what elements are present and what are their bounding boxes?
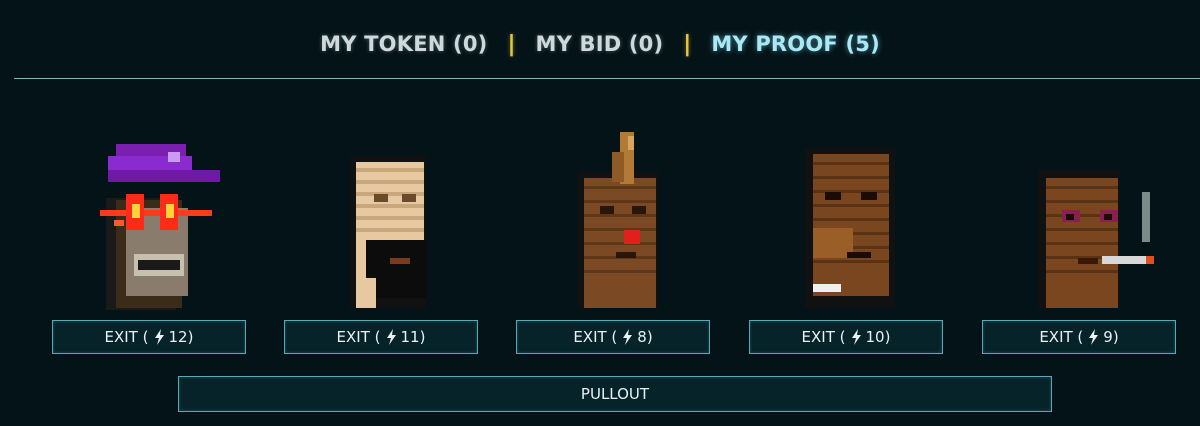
exit-value: 9) — [1103, 328, 1119, 346]
exit-label: EXIT ( — [1039, 328, 1084, 346]
pixel-punk-image — [805, 148, 895, 308]
exit-label: EXIT ( — [573, 328, 618, 346]
tab-separator: | — [507, 31, 516, 57]
exit-value: 11) — [400, 328, 426, 346]
pixel-punk-image — [578, 132, 658, 308]
tab-my-proof[interactable]: MY PROOF (5) — [711, 32, 880, 56]
exit-button[interactable]: EXIT ( 10) — [749, 320, 943, 354]
pullout-button[interactable]: PULLOUT — [178, 376, 1052, 412]
exit-label: EXIT ( — [336, 328, 381, 346]
exit-button[interactable]: EXIT ( 11) — [284, 320, 478, 354]
tab-my-bid[interactable]: MY BID (0) — [535, 32, 663, 56]
header-divider — [14, 78, 1200, 79]
exit-label: EXIT ( — [801, 328, 846, 346]
exit-button[interactable]: EXIT ( 12) — [52, 320, 246, 354]
nft-avatar[interactable] — [757, 128, 937, 314]
bolt-icon — [851, 329, 861, 345]
pixel-punk-image — [350, 156, 426, 308]
exit-label: EXIT ( — [104, 328, 149, 346]
pixel-punk-image — [1038, 170, 1154, 308]
pixel-ape-image — [100, 144, 220, 310]
nft-avatar[interactable] — [990, 128, 1170, 314]
bolt-icon — [623, 329, 633, 345]
nft-avatar[interactable] — [60, 128, 240, 314]
exit-value: 12) — [168, 328, 194, 346]
bolt-icon — [386, 329, 396, 345]
bolt-icon — [1089, 329, 1099, 345]
exit-value: 10) — [865, 328, 891, 346]
tab-separator: | — [683, 31, 692, 57]
nft-avatar[interactable] — [292, 128, 472, 314]
tab-my-token[interactable]: MY TOKEN (0) — [320, 32, 487, 56]
exit-button[interactable]: EXIT ( 9) — [982, 320, 1176, 354]
tab-bar: MY TOKEN (0) | MY BID (0) | MY PROOF (5) — [0, 28, 1200, 60]
bolt-icon — [154, 329, 164, 345]
nft-avatar[interactable] — [524, 128, 704, 314]
exit-value: 8) — [637, 328, 653, 346]
exit-button[interactable]: EXIT ( 8) — [516, 320, 710, 354]
